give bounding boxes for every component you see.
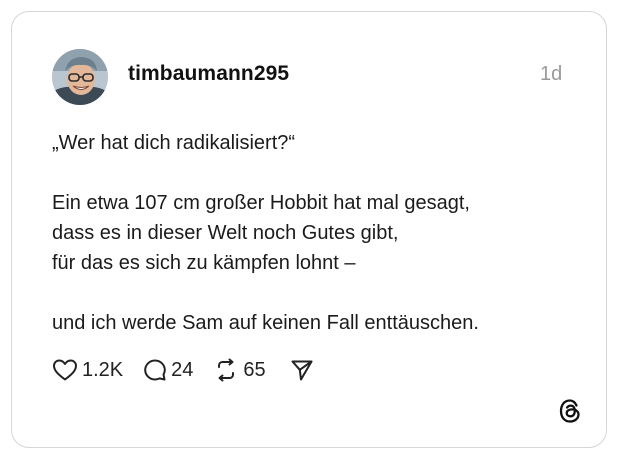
send-icon (291, 360, 313, 381)
repost-icon (218, 358, 235, 382)
avatar-photo (52, 49, 108, 105)
like-count: 1.2K (82, 358, 124, 381)
post-card: timbaumann295 1d „Wer hat dich radikalis… (11, 11, 607, 448)
threads-logo[interactable] (558, 398, 582, 424)
repost-button[interactable]: 65 (213, 358, 266, 382)
share-button[interactable] (290, 358, 314, 382)
post-line: „Wer hat dich radikalisiert?“ (52, 132, 296, 154)
repost-count: 65 (243, 358, 266, 381)
post-line: dass es in dieser Welt noch Gutes gibt, (52, 222, 399, 244)
post-line: Ein etwa 107 cm großer Hobbit hat mal ge… (52, 192, 470, 214)
post-body: „Wer hat dich radikalisiert?“ Ein etwa 1… (52, 128, 592, 338)
threads-logo-icon (559, 399, 580, 423)
reply-count: 24 (171, 358, 194, 381)
username[interactable]: timbaumann295 (128, 62, 289, 86)
comment-icon (144, 359, 166, 381)
post-line: für das es sich zu kämpfen lohnt – (52, 252, 356, 274)
avatar[interactable] (52, 49, 108, 105)
post-line: und ich werde Sam auf keinen Fall enttäu… (52, 312, 479, 334)
like-button[interactable]: 1.2K (52, 358, 123, 382)
timestamp: 1d (540, 63, 563, 85)
heart-icon (53, 359, 77, 381)
post-actions: 1.2K 24 65 (52, 355, 314, 385)
reply-button[interactable]: 24 (143, 358, 193, 382)
